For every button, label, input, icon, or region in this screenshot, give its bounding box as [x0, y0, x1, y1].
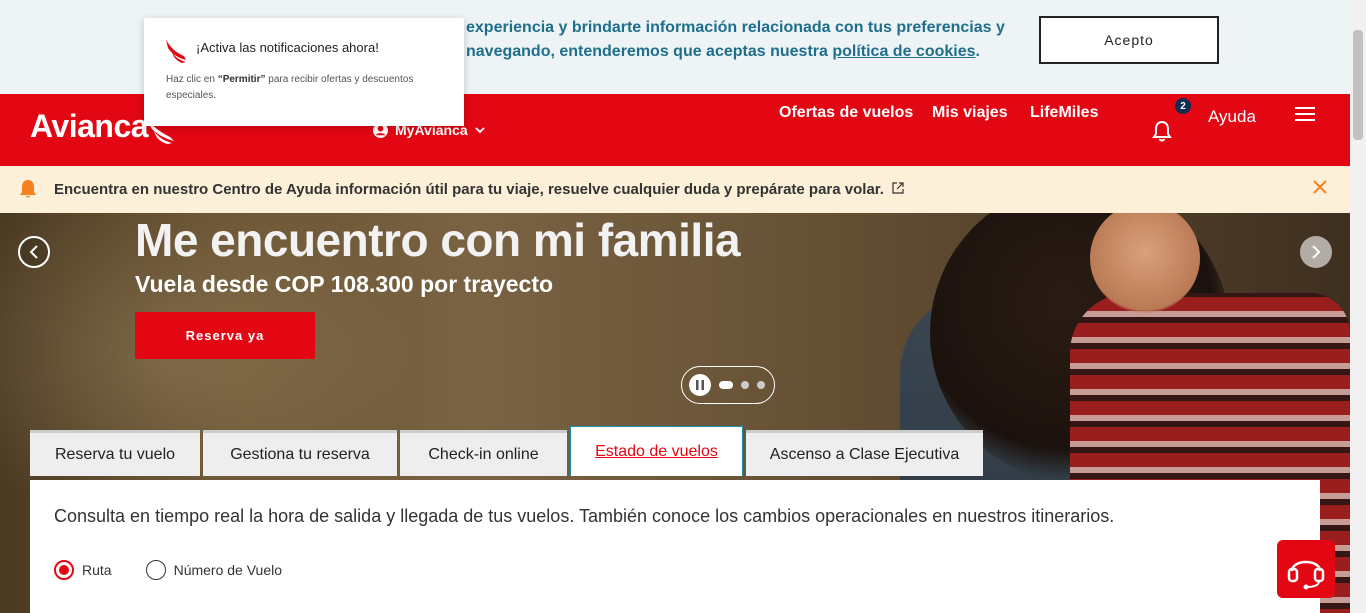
support-chat-button[interactable]: [1277, 540, 1335, 598]
carousel-prev-button[interactable]: [18, 236, 50, 268]
cookie-line-2-text: navegando, entenderemos que aceptas nues…: [466, 43, 833, 60]
close-icon[interactable]: [1312, 179, 1328, 195]
external-link-icon: [892, 182, 904, 194]
tab-gestiona-tu-reserva[interactable]: Gestiona tu reserva: [203, 430, 397, 476]
carousel-dot-3[interactable]: [757, 381, 765, 389]
chevron-down-icon: [474, 127, 485, 134]
pause-icon: [696, 380, 704, 390]
cookie-line-1: experiencia y brindarte información rela…: [466, 19, 1005, 36]
accept-cookies-button[interactable]: Acepto: [1039, 16, 1219, 64]
carousel-dot-1[interactable]: [719, 381, 733, 389]
hamburger-menu-button[interactable]: [1295, 106, 1315, 127]
hero-title: Me encuentro con mi familia: [135, 214, 741, 266]
help-center-notice: Encuentra en nuestro Centro de Ayuda inf…: [0, 166, 1350, 213]
notification-body: Haz clic en “Permitir” para recibir ofer…: [166, 72, 446, 104]
flight-status-panel: Consulta en tiempo real la hora de salid…: [30, 480, 1320, 613]
nav-ayuda[interactable]: Ayuda: [1208, 107, 1256, 127]
cookie-line-2-end: .: [975, 43, 980, 60]
logo-text: Avianca: [30, 108, 149, 144]
carousel-controls: [681, 366, 775, 404]
nav-mis-viajes[interactable]: Mis viajes: [932, 104, 1008, 122]
bell-icon: [20, 180, 36, 198]
notification-body-start: Haz clic en: [166, 74, 218, 85]
headset-icon: [1287, 560, 1325, 590]
notification-body-bold: “Permitir”: [217, 74, 266, 85]
carousel-dot-2[interactable]: [741, 381, 749, 389]
chevron-left-icon: [29, 245, 38, 259]
notification-title: ¡Activa las notificaciones ahora!: [196, 40, 379, 55]
tab-ascenso-clase-ejecutiva[interactable]: Ascenso a Clase Ejecutiva: [746, 430, 983, 476]
hero-subtitle: Vuela desde COP 108.300 por trayecto: [135, 271, 554, 297]
avianca-bird-icon: [166, 40, 186, 63]
search-type-options: Ruta Número de Vuelo: [54, 560, 316, 580]
notification-permission-popup[interactable]: ¡Activa las notificaciones ahora! Haz cl…: [144, 18, 464, 126]
nav-lifemiles[interactable]: LifeMiles: [1030, 104, 1098, 122]
nav-ofertas-de-vuelos[interactable]: Ofertas de vuelos: [779, 104, 913, 122]
tab-reserva-tu-vuelo[interactable]: Reserva tu vuelo: [30, 430, 200, 476]
chevron-right-icon: [1312, 245, 1321, 259]
page-scrollbar[interactable]: [1350, 0, 1366, 613]
radio-numero-de-vuelo[interactable]: [145, 560, 166, 580]
help-center-text: Encuentra en nuestro Centro de Ayuda inf…: [54, 181, 884, 198]
carousel-pause-button[interactable]: [689, 374, 711, 396]
radio-ruta[interactable]: [54, 560, 74, 580]
hamburger-icon: [1295, 107, 1315, 121]
cookie-message: experiencia y brindarte información rela…: [466, 16, 1006, 64]
notification-count-badge: 2: [1175, 98, 1191, 114]
tab-check-in-online[interactable]: Check-in online: [400, 430, 567, 476]
tab-estado-de-vuelos[interactable]: Estado de vuelos: [570, 426, 743, 476]
reserve-now-button[interactable]: Reserva ya: [135, 312, 315, 359]
help-center-message[interactable]: Encuentra en nuestro Centro de Ayuda inf…: [54, 181, 904, 198]
radio-ruta-label[interactable]: Ruta: [82, 562, 112, 578]
carousel-next-button[interactable]: [1300, 236, 1332, 268]
flight-status-description: Consulta en tiempo real la hora de salid…: [54, 506, 1115, 526]
radio-numero-de-vuelo-label[interactable]: Número de Vuelo: [174, 562, 282, 578]
notifications-button[interactable]: [1152, 120, 1172, 147]
cookie-policy-link[interactable]: política de cookies: [832, 43, 975, 60]
cookie-line-2: navegando, entenderemos que aceptas nues…: [466, 40, 1006, 64]
bell-icon: [1152, 120, 1172, 142]
scrollbar-thumb[interactable]: [1353, 30, 1363, 140]
booking-tabs: Reserva tu vuelo Gestiona tu reserva Che…: [30, 426, 983, 476]
